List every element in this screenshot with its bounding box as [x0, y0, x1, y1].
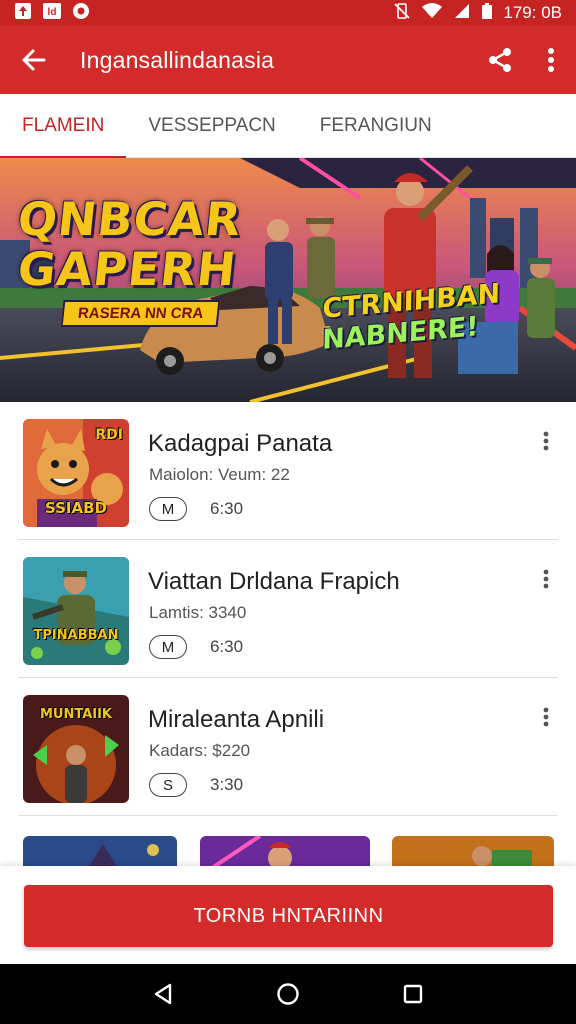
- battery-icon: [481, 2, 493, 25]
- game-thumbnail: MUNTAIIK: [23, 695, 129, 803]
- signal-icon: [453, 2, 471, 25]
- tab-vesseppacn[interactable]: VESSEPPACN: [126, 94, 297, 158]
- tab-bar: FLAMEIN VESSEPPACN FERANGIUN: [0, 94, 576, 159]
- system-nav-bar: [0, 964, 576, 1024]
- image-icon: ld: [42, 2, 62, 25]
- game-duration: 3:30: [210, 775, 244, 794]
- app-bar: Ingansallindanasia: [0, 26, 576, 94]
- app-screen: ld 179: 0B Ingansallindanasia FLAMEIN VE…: [0, 0, 576, 1024]
- game-title: Viattan Drldana Frapich: [148, 568, 400, 595]
- notification-icon: [14, 2, 32, 25]
- nav-recents-icon: [404, 984, 423, 1004]
- banner-title-line2: GAPERH: [15, 242, 240, 296]
- banner-subtitle: RASERA NN CRA: [60, 300, 221, 327]
- vibrate-off-icon: [393, 2, 411, 25]
- more-vert-icon: [543, 707, 549, 727]
- status-left-icons: ld: [14, 2, 90, 25]
- game-meta: Kadars: $220: [149, 741, 251, 760]
- game-thumbnail: RDI SSIABD: [23, 419, 129, 527]
- share-icon: [489, 48, 511, 72]
- rating-badge: S: [149, 773, 187, 797]
- game-title: Miraleanta Apnili: [148, 706, 325, 733]
- svg-text:ld: ld: [48, 7, 57, 18]
- nav-recents-button[interactable]: [393, 974, 433, 1014]
- list-item[interactable]: RDI SSIABD Kadagpai Panata Maiolon: Veum…: [18, 402, 558, 540]
- more-vert-icon: [543, 569, 549, 589]
- nav-home-icon: [277, 983, 299, 1005]
- thumbnail-caption: TPINABBAN: [33, 628, 119, 643]
- game-duration: 6:30: [210, 499, 244, 518]
- cta-area: TORNB HNTARIINN: [0, 866, 576, 964]
- featured-banner[interactable]: QNBCAR GAPERH RASERA NN CRA CTRNIHBAN NA…: [0, 158, 576, 402]
- more-options-button[interactable]: [526, 26, 576, 94]
- game-title: Kadagpai Panata: [148, 430, 333, 457]
- item-more-button[interactable]: [534, 426, 558, 456]
- more-vert-icon: [543, 431, 549, 451]
- thumbnail-label-top: RDI: [95, 427, 123, 443]
- status-right-icons: 179: 0B: [393, 2, 562, 25]
- thumbnail-label-top: MUNTAIIK: [39, 707, 113, 722]
- nav-back-icon: [154, 983, 171, 1005]
- banner-title-line1: QNBCAR: [15, 192, 245, 246]
- item-more-button[interactable]: [534, 702, 558, 732]
- list-item[interactable]: MUNTAIIK Miraleanta Apnili Kadars: $220 …: [18, 678, 558, 816]
- game-meta: Maiolon: Veum: 22: [149, 465, 290, 484]
- thumbnail-caption: SSIABD: [44, 499, 107, 517]
- rating-badge: M: [149, 635, 187, 659]
- list-item[interactable]: TPINABBAN Viattan Drldana Frapich Lamtis…: [18, 540, 558, 678]
- game-meta: Lamtis: 3340: [149, 603, 247, 622]
- back-button[interactable]: [0, 26, 68, 94]
- tab-ferangiun[interactable]: FERANGIUN: [298, 94, 454, 158]
- primary-action-button[interactable]: TORNB HNTARIINN: [24, 885, 553, 947]
- arrow-left-icon: [22, 49, 46, 71]
- item-more-button[interactable]: [534, 564, 558, 594]
- rating-badge: M: [149, 497, 187, 521]
- page-title: Ingansallindanasia: [80, 46, 275, 73]
- nav-home-button[interactable]: [268, 974, 308, 1014]
- tab-flamein[interactable]: FLAMEIN: [0, 94, 127, 159]
- share-button[interactable]: [474, 26, 526, 94]
- game-list: RDI SSIABD Kadagpai Panata Maiolon: Veum…: [0, 402, 576, 816]
- status-time: 179: 0B: [503, 3, 562, 22]
- status-bar: ld 179: 0B: [0, 0, 576, 26]
- circle-app-icon: [72, 2, 90, 25]
- game-thumbnail: TPINABBAN: [23, 557, 129, 665]
- nav-back-button[interactable]: [143, 974, 183, 1014]
- wifi-icon: [421, 2, 443, 25]
- more-vert-icon: [548, 48, 554, 72]
- game-duration: 6:30: [210, 637, 244, 656]
